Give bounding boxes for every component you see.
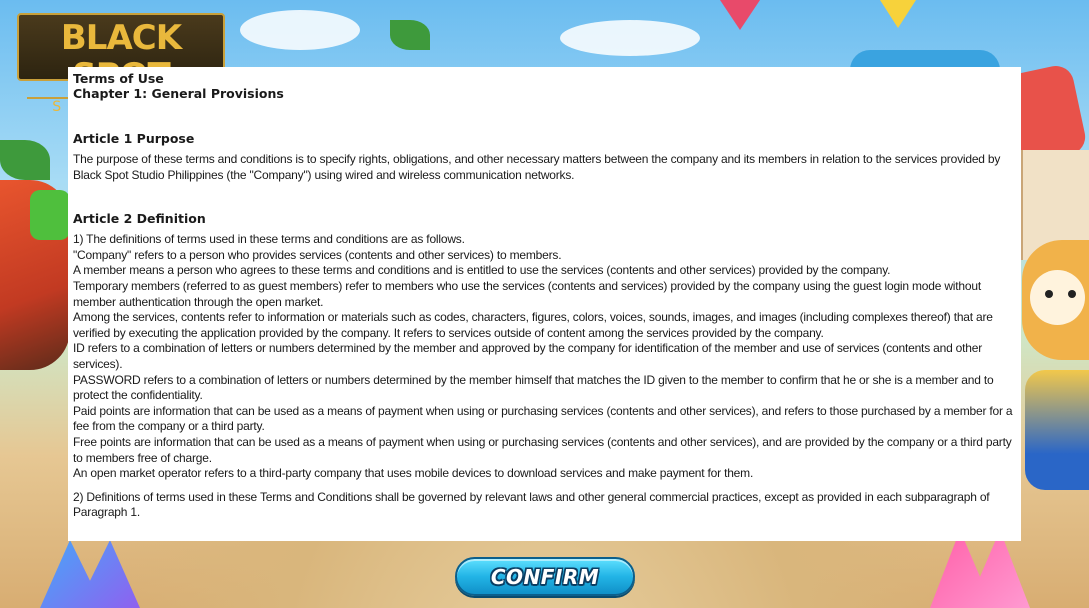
definition-item: Free points are information that can be … [73,434,1012,465]
definition-item: "Company" refers to a person who provide… [73,247,562,262]
confirm-button-label: CONFIRM [490,564,600,589]
kart-part [30,190,70,240]
pennant-flag [880,0,916,28]
dog-eye [1068,290,1076,298]
terms-title: Terms of Use [73,71,164,86]
butterfly-decoration [40,540,140,608]
dog-mascot-face [1030,270,1085,325]
cloud [240,10,360,50]
dog-eye [1045,290,1053,298]
definition-item: A member means a person who agrees to th… [73,263,891,278]
palm-leaf [390,20,430,50]
pennant-flag [720,0,760,30]
butterfly-decoration [930,530,1030,608]
definition-item: An open market operator refers to a thir… [73,466,754,481]
chapter-title: Chapter 1: General Provisions [73,86,284,101]
article-1-heading: Article 1 Purpose [73,131,195,146]
article-2-intro: 1) The definitions of terms used in thes… [73,232,465,247]
definition-item: Among the services, contents refer to in… [73,310,993,340]
cloud [560,20,700,56]
definition-item: Paid points are information that can be … [73,403,1013,434]
palm-leaf [0,140,50,180]
definition-item: ID refers to a combination of letters or… [73,341,983,371]
article-2-paragraph-2: 2) Definitions of terms used in these Te… [73,489,990,520]
article-1-text: The purpose of these terms and condition… [73,152,1001,182]
article-2-heading: Article 2 Definition [73,211,206,227]
kart-rider [1025,370,1089,490]
confirm-button[interactable]: CONFIRM [455,557,635,596]
definition-item: Temporary members (referred to as guest … [73,278,981,309]
definition-item: PASSWORD refers to a combination of lett… [73,372,994,403]
game-screen: BLACK SPOT STUDIO Terms of Use Chapter 1… [0,0,1089,608]
terms-panel[interactable]: Terms of Use Chapter 1: General Provisio… [68,67,1021,541]
